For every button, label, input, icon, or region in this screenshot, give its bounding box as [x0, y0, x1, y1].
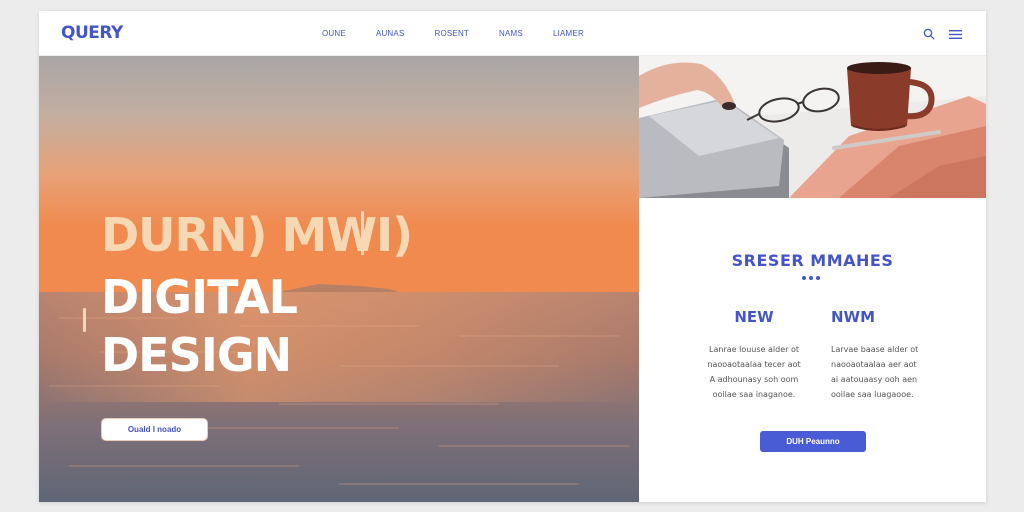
feature-title-1: NEW: [734, 308, 774, 326]
title-dots: [802, 276, 823, 280]
search-icon[interactable]: [923, 27, 935, 45]
nav-link-4[interactable]: NAMS: [499, 29, 523, 38]
hero-section: DURN) MWI) DIGITAL DESIGN Ouald I noado: [39, 56, 639, 502]
feature-title-2: NWM: [831, 308, 876, 326]
hero-heading-line1: DURN) MWI): [101, 208, 413, 262]
nav-link-5[interactable]: LIAMER: [553, 29, 584, 38]
feature-column-1: NEW Lanrae louuse alder ot naooaotaalaa …: [699, 308, 809, 402]
top-navbar: QUERY OUNE AUNAS ROSENT NAMS LIAMER: [39, 11, 986, 56]
nav-link-3[interactable]: ROSENT: [434, 29, 469, 38]
features-section: SRESER MMAHES NEW Lanrae louuse alder ot…: [639, 198, 986, 502]
logo[interactable]: QUERY: [61, 23, 123, 43]
page-window: QUERY OUNE AUNAS ROSENT NAMS LIAMER DURN…: [39, 11, 986, 502]
feature-text-2: Larvae baase alder ot naooaotaalaa aer a…: [831, 345, 919, 399]
section-title: SRESER MMAHES: [731, 251, 894, 270]
hero-heading-line2: DIGITAL: [101, 270, 298, 324]
desk-photo: [639, 56, 986, 198]
nav-link-2[interactable]: AUNAS: [376, 29, 405, 38]
hero-heading-line3: DESIGN: [101, 328, 292, 382]
menu-icon[interactable]: [949, 27, 962, 45]
cta-button[interactable]: DUH Peaunno: [760, 431, 866, 452]
nav-link-1[interactable]: OUNE: [322, 29, 346, 38]
feature-column-2: NWM Larvae baase alder ot naooaotaalaa a…: [831, 308, 941, 402]
feature-text-1: Lanrae louuse alder ot naooaotaalaa tece…: [707, 345, 801, 399]
hero-button[interactable]: Ouald I noado: [101, 418, 208, 441]
nav-links: OUNE AUNAS ROSENT NAMS LIAMER: [322, 29, 614, 38]
accent-bar-left: [83, 308, 86, 332]
